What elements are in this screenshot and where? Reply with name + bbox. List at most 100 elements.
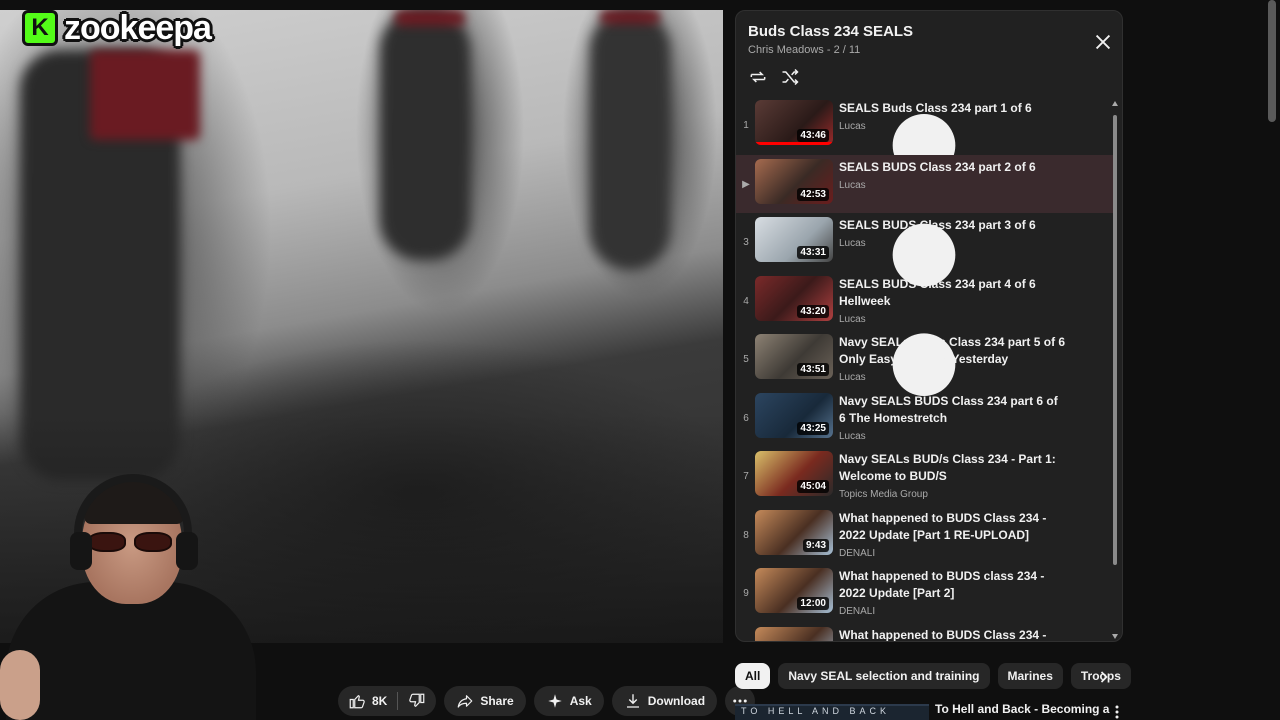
playlist-item[interactable]: 3 43:31 SEALS BUDS Class 234 part 3 of 6 Lu… bbox=[736, 213, 1114, 272]
playlist-item-meta: SEALS BUDS Class 234 part 3 of 6 Lucas bbox=[839, 217, 1067, 249]
ask-button[interactable]: Ask bbox=[533, 686, 604, 716]
playlist-item[interactable]: 7 45:04 Navy SEALs BUD/s Class 234 - Part … bbox=[736, 447, 1114, 506]
video-title[interactable]: What happened to BUDS Class 234 - 2022 U… bbox=[839, 510, 1067, 544]
video-thumbnail[interactable]: 12:00 bbox=[755, 568, 833, 613]
channel-name[interactable]: DENALI bbox=[839, 606, 1067, 617]
channel-name[interactable]: Lucas bbox=[839, 314, 1067, 325]
channel-name[interactable]: Lucas bbox=[839, 180, 1067, 191]
close-icon[interactable] bbox=[1092, 31, 1114, 53]
playlist-subtitle: Chris Meadows - 2 / 11 bbox=[748, 44, 861, 56]
video-thumbnail[interactable]: 43:20 bbox=[755, 275, 833, 321]
video-duration: 43:25 bbox=[797, 421, 829, 435]
recommended-video[interactable]: TO HELL AND BACK To Hell and Back - Beco… bbox=[735, 702, 1130, 720]
playlist-scrollbar[interactable] bbox=[1112, 101, 1118, 639]
playlist-item-index: 9 bbox=[743, 588, 749, 599]
playlist-item-index: 4 bbox=[743, 295, 749, 307]
video-duration: 43:46 bbox=[797, 129, 829, 142]
video-title[interactable]: SEALS BUDS Class 234 part 3 of 6 bbox=[839, 217, 1067, 234]
download-button[interactable]: Download bbox=[611, 686, 718, 716]
channel-name[interactable]: Lucas bbox=[839, 121, 1067, 132]
scrollbar-thumb[interactable] bbox=[1113, 115, 1117, 565]
app-root: K zookeepa 8K Share Ask Download Buds Cl… bbox=[0, 0, 1280, 720]
video-title[interactable]: SEALS Buds Class 234 part 1 of 6 bbox=[839, 100, 1067, 117]
video-thumbnail[interactable]: 11:48 bbox=[755, 626, 833, 641]
playlist-item-meta: SEALS BUDS Class 234 part 2 of 6 Lucas bbox=[839, 159, 1067, 191]
playlist-item-index: 8 bbox=[743, 529, 749, 541]
filter-chip[interactable]: All bbox=[735, 663, 771, 689]
like-button[interactable]: 8K bbox=[338, 686, 397, 716]
playlist-item[interactable]: 5 43:51 Navy SEALs BUDs Class 234 part 5 o… bbox=[736, 330, 1114, 389]
playlist-item[interactable]: 4 43:20 SEALS BUDS Class 234 part 4 of 6 H… bbox=[736, 272, 1114, 331]
video-thumbnail[interactable]: 43:31 bbox=[755, 217, 833, 262]
playlist-item[interactable]: 1 43:46 SEALS Buds Class 234 part 1 of 6 Lu… bbox=[736, 96, 1114, 155]
playlist-item[interactable]: 6 43:25 Navy SEALS BUDS Class 234 part 6 o… bbox=[736, 389, 1114, 448]
video-figure bbox=[395, 10, 465, 26]
watch-progress bbox=[755, 142, 833, 145]
video-title[interactable]: What happened to BUDS class 234 - 2022 U… bbox=[839, 568, 1067, 602]
page-scrollbar[interactable] bbox=[1268, 0, 1276, 122]
channel-name[interactable]: Topics Media Group bbox=[839, 489, 1067, 500]
kick-badge: K bbox=[22, 10, 58, 46]
video-figure bbox=[380, 10, 470, 260]
video-title[interactable]: Navy SEALs BUDs Class 234 part 5 of 6 On… bbox=[839, 334, 1067, 368]
video-thumbnail[interactable]: 45:04 bbox=[755, 451, 833, 496]
recommended-thumbnail[interactable]: TO HELL AND BACK bbox=[735, 704, 929, 720]
share-label: Share bbox=[480, 694, 514, 708]
logo-text: zookeepa bbox=[64, 8, 212, 47]
thumbs-down-icon bbox=[409, 693, 425, 707]
channel-name[interactable]: Lucas bbox=[839, 431, 1067, 442]
video-duration: 45:04 bbox=[797, 480, 829, 493]
recommended-title[interactable]: To Hell and Back - Becoming a bbox=[935, 702, 1109, 720]
video-duration: 12:00 bbox=[797, 597, 829, 610]
playlist-item[interactable]: ▶ 42:53 SEALS BUDS Class 234 part 2 of 6 Lu… bbox=[736, 154, 1114, 213]
channel-name[interactable]: Lucas bbox=[839, 238, 1067, 249]
playlist-item-meta: SEALS Buds Class 234 part 1 of 6 Lucas bbox=[839, 100, 1067, 132]
video-title[interactable]: What happened to BUDS Class 234 - 2023 U… bbox=[839, 627, 1067, 642]
filter-chips: All Navy SEAL selection and training Marin… bbox=[735, 663, 1131, 689]
video-title[interactable]: SEALS BUDS Class 234 part 2 of 6 bbox=[839, 159, 1067, 176]
filter-chip[interactable]: Navy SEAL selection and training bbox=[778, 663, 990, 689]
playlist-item-index: 5 bbox=[743, 354, 749, 365]
playlist-title[interactable]: Buds Class 234 SEALS bbox=[748, 23, 1110, 40]
video-thumbnail[interactable]: 9:43 bbox=[755, 509, 833, 555]
scroll-down-arrow[interactable] bbox=[1112, 634, 1118, 639]
playlist-item[interactable]: 8 9:43 What happened to BUDS Class 234 - 2… bbox=[736, 506, 1114, 565]
chevron-right-icon[interactable] bbox=[1094, 667, 1114, 687]
playlist-item-meta: What happened to BUDS Class 234 - 2022 U… bbox=[839, 510, 1067, 559]
video-duration: 43:31 bbox=[797, 246, 829, 259]
headset-ear bbox=[176, 532, 198, 570]
scroll-up-arrow[interactable] bbox=[1112, 101, 1118, 106]
playlist-header: Buds Class 234 SEALS Chris Meadows - 2 /… bbox=[748, 23, 1110, 56]
playlist-item-meta: Navy SEALs BUD/s Class 234 - Part 1: Wel… bbox=[839, 451, 1067, 500]
like-dislike-group: 8K bbox=[338, 686, 437, 716]
video-figure bbox=[590, 10, 670, 270]
channel-name[interactable]: Lucas bbox=[839, 372, 1067, 383]
video-title[interactable]: Navy SEALs BUD/s Class 234 - Part 1: Wel… bbox=[839, 451, 1067, 485]
video-title[interactable]: SEALS BUDS Class 234 part 4 of 6 Hellwee… bbox=[839, 276, 1067, 310]
video-thumbnail[interactable]: 43:46 bbox=[755, 100, 833, 145]
playlist-item-index: 7 bbox=[743, 471, 749, 482]
playlist-item-index: 10 bbox=[736, 627, 756, 642]
playlist-item-meta: Navy SEALs BUDs Class 234 part 5 of 6 On… bbox=[839, 334, 1067, 383]
dislike-button[interactable] bbox=[398, 686, 436, 716]
download-label: Download bbox=[647, 694, 706, 708]
playlist-item-index: ▶ bbox=[742, 178, 750, 190]
playlist-item-index: 1 bbox=[743, 120, 749, 131]
playlist-item[interactable]: 9 12:00 What happened to BUDS class 234 - … bbox=[736, 564, 1114, 623]
download-icon bbox=[626, 694, 639, 708]
video-thumbnail[interactable]: 43:25 bbox=[755, 392, 833, 438]
filter-chip[interactable]: Marines bbox=[997, 663, 1063, 689]
sparkle-icon bbox=[547, 694, 562, 708]
playlist-item[interactable]: 1011:48 What happened to BUDS Class 234 -… bbox=[736, 623, 1114, 642]
video-duration: 42:53 bbox=[797, 187, 829, 201]
video-title[interactable]: Navy SEALS BUDS Class 234 part 6 of 6 Th… bbox=[839, 393, 1067, 427]
video-duration: 9:43 bbox=[802, 538, 829, 552]
channel-name[interactable]: DENALI bbox=[839, 548, 1067, 559]
video-thumbnail[interactable]: 42:53 bbox=[755, 158, 833, 204]
share-button[interactable]: Share bbox=[444, 686, 526, 716]
video-thumbnail[interactable]: 43:51 bbox=[755, 334, 833, 379]
playlist-items: 1 43:46 SEALS Buds Class 234 part 1 of 6 Lu… bbox=[736, 96, 1114, 642]
playlist-item-index: 3 bbox=[743, 237, 749, 248]
playlist-item-meta: Navy SEALS BUDS Class 234 part 6 of 6 Th… bbox=[839, 393, 1067, 442]
more-vertical-icon[interactable] bbox=[1111, 704, 1123, 720]
